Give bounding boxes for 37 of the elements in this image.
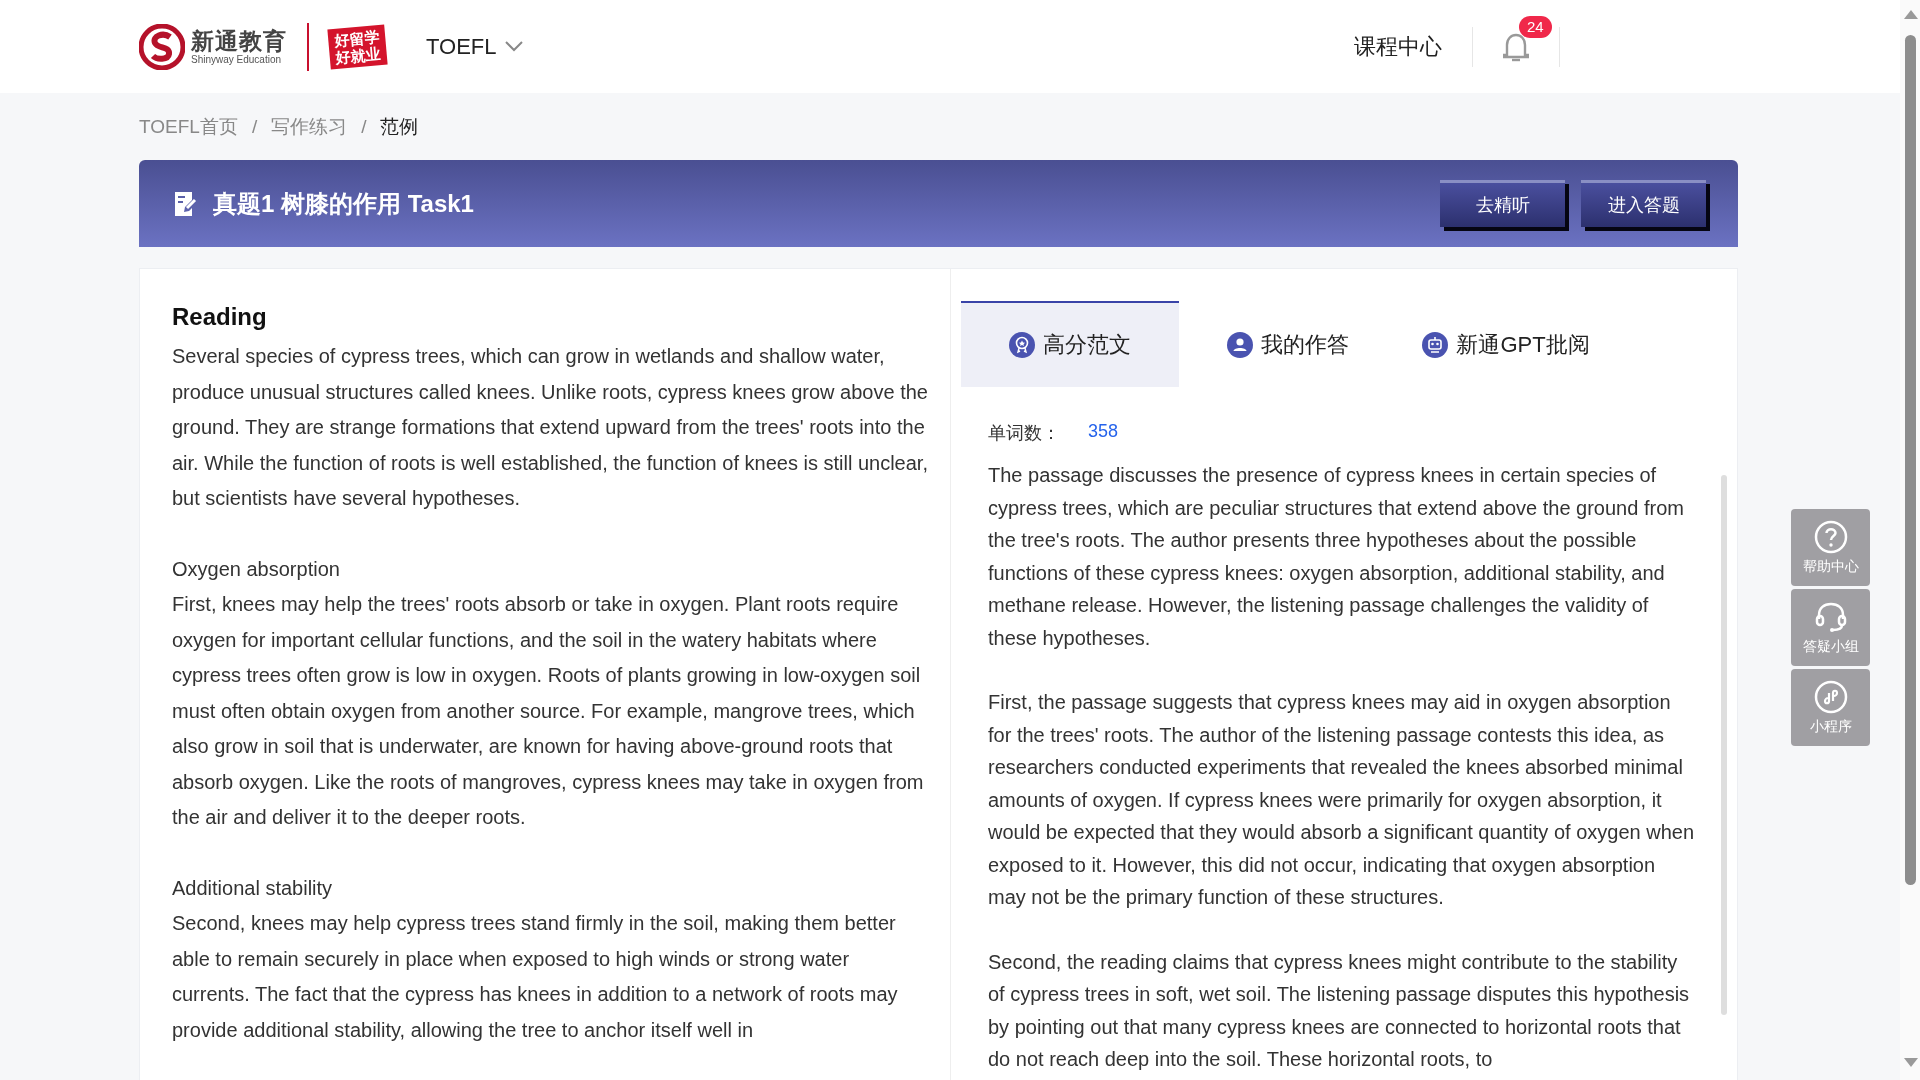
essay-paragraph: First, the passage suggests that cypress knees may aid in oxygen absorption for the trees' roots. The author of the listening passage contests this idea, as researchers conducted experiments that revealed the knees absorbed minimal amounts of oxygen. If cypress knees were primarily for oxygen absorption, it would be expected that they would absorb a significant quantity of oxygen when exposed to it. However, this did not occur, indicating that oxygen absorption may not be the primary function of these structures. [988,690,1695,910]
essay-paragraph: Second, the reading claims that cypress knees might contribute to the stability of cypress trees in soft, wet soil. The listening passage disputes this hypothesis by pointing out that many cypress knees are connected to horizontal roots that do not reach deep into the soil. These horizontal roots, to [988,949,1691,1072]
slogan-badge: 好留学 好就业 [327,24,388,69]
link-icon [1813,679,1848,714]
reading-paragraph: Second, knees may help cypress trees stand firmly in the soil, making them better able to remain securely in place when exposed to high winds or strong water currents. The fact that the cypress has knees in addition to a network of roots may provide additional stability, allowing the tree to anchor itself well in [172,911,899,1043]
word-count-value: 358 [1088,421,1119,443]
nav-link[interactable]: 课程中心 [1354,31,1442,62]
subheading: Oxygen absorption [172,556,341,582]
reading-paragraph: Several species of cypress trees, which can grow in wetlands and shallow water, produce unusual structures called knees. Unlike roots, cypress knees grow above the ground. They are strange formations that extend upward from the trees' roots into the air. While the function of roots is well established, the function of knees is still unclear, but scientists have several hypotheses. [172,344,929,511]
logo-subtitle: Shinyway Education [191,53,283,66]
scrollbar-thumb[interactable] [1905,35,1916,885]
help-icon [1813,519,1848,554]
notification-badge: 24 [1519,15,1552,38]
robot-icon [1422,332,1449,358]
subheading: Additional stability [172,875,334,901]
scroll-up-icon[interactable] [1904,10,1918,19]
reading-paragraph: First, knees may help the trees' roots absorb or take in oxygen. Plant roots require oxygen for important cellular functions, and the soil in the watery habitats where cypress trees often grow is low in oxygen. Roots of plants growing in low-oxygen soil must often obtain oxygen from another source. For example, mangrove trees, which also grow in soil that is underwater, are known for having above-ground roots that absorb oxygen. Like the roots of mangroves, cypress knees may take in oxygen from the air and deliver it to the deeper roots. [172,592,925,830]
breadcrumb-link[interactable]: 范例 [380,113,419,140]
tab[interactable]: 高分范文 [961,301,1179,387]
tab[interactable]: 我的作答 [1179,301,1397,387]
word-count-label: 单词数： [988,422,1060,445]
user-icon [1227,332,1253,358]
edit-note-icon [173,190,199,217]
chevron-down-icon [504,41,523,52]
breadcrumb-separator: / [361,115,367,138]
scrollbar-thumb[interactable] [1721,475,1727,1015]
logo-icon [139,23,185,70]
scroll-down-icon[interactable] [1904,1058,1918,1067]
essay-paragraph: The passage discusses the presence of cypress knees in certain species of cypress trees, which are peculiar structures that extend above the ground from the tree's roots. The author presents three hypotheses about the possible functions of these cypress knees: oxygen absorption, additional stability, and methane release. However, the listening passage challenges the validity of these hypotheses. [988,463,1685,651]
section-heading: Reading [172,303,268,331]
exam-dropdown[interactable]: TOEFL [426,33,523,60]
logo-text: 新通教育 [191,27,287,54]
tab[interactable]: 新通GPT批阅 [1397,301,1615,387]
breadcrumb-separator: / [251,115,258,138]
page-title: 真题1 树膝的作用 Task1 [213,188,475,219]
medal-icon [1009,332,1035,358]
bell-icon[interactable] [1503,31,1529,62]
